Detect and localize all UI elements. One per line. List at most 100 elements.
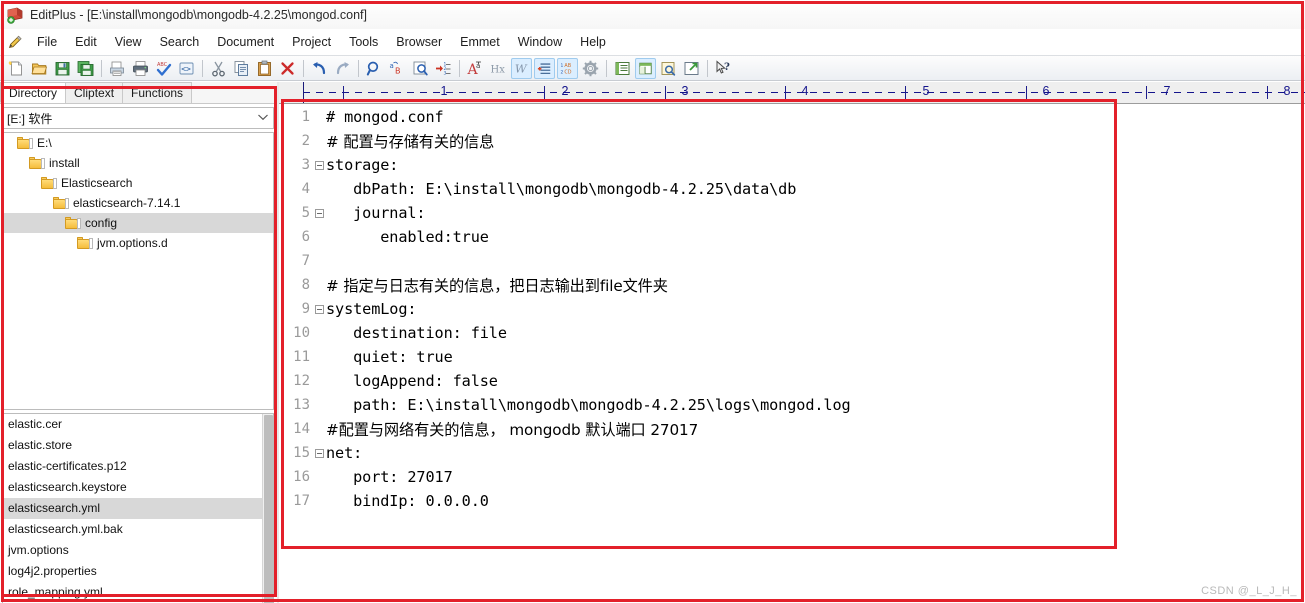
preview-html-icon[interactable]: <> xyxy=(176,58,197,79)
chevron-down-icon[interactable] xyxy=(257,113,269,124)
help-pointer-icon[interactable]: ? xyxy=(713,58,734,79)
code-line[interactable]: 8 # 指定与日志有关的信息，把日志输出到file文件夹 xyxy=(279,273,1305,297)
line-numbers-icon[interactable] xyxy=(534,57,555,79)
menu-item-browser[interactable]: Browser xyxy=(387,33,451,51)
code-line[interactable]: 2 # 配置与存储有关的信息 xyxy=(279,129,1305,153)
menu-item-document[interactable]: Document xyxy=(208,33,283,51)
print-preview-icon[interactable] xyxy=(107,58,128,79)
menu-item-file[interactable]: File xyxy=(28,33,66,51)
code-line[interactable]: 12 logAppend: false xyxy=(279,369,1305,393)
user-tools-icon[interactable] xyxy=(658,58,679,79)
tree-item-config[interactable]: config xyxy=(3,213,273,233)
svg-text:B: B xyxy=(395,66,401,75)
file-list[interactable]: elastic.cer elastic.store elastic-certif… xyxy=(2,413,274,603)
code-line[interactable]: 7 xyxy=(279,249,1305,273)
code-line[interactable]: 11 quiet: true xyxy=(279,345,1305,369)
paste-icon[interactable] xyxy=(254,58,275,79)
tree-item-jvm-options-d[interactable]: jvm.options.d xyxy=(3,233,273,253)
word-wrap-icon[interactable]: W xyxy=(511,57,532,79)
code-line[interactable]: 16 port: 27017 xyxy=(279,465,1305,489)
document-selector-icon[interactable] xyxy=(612,58,633,79)
code-line[interactable]: 3 storage: xyxy=(279,153,1305,177)
fold-cell[interactable] xyxy=(313,304,326,314)
fold-collapse-icon[interactable] xyxy=(315,160,324,170)
spell-check-icon[interactable]: ABC xyxy=(153,58,174,79)
directory-tree[interactable]: E:\ install Elasticsearch elasticsearch-… xyxy=(2,132,274,410)
code-line[interactable]: 6 enabled:true xyxy=(279,225,1305,249)
list-item-selected[interactable]: elasticsearch.yml xyxy=(3,498,273,519)
code-line[interactable]: 10 destination: file xyxy=(279,321,1305,345)
menu-item-emmet[interactable]: Emmet xyxy=(451,33,509,51)
save-icon[interactable] xyxy=(52,58,73,79)
split-window-icon[interactable] xyxy=(635,57,656,79)
delete-icon[interactable] xyxy=(277,58,298,79)
ruler-number: 6 xyxy=(1042,84,1050,98)
menu-item-window[interactable]: Window xyxy=(509,33,571,51)
ruler-tick xyxy=(544,86,545,99)
undo-icon[interactable] xyxy=(309,58,330,79)
code-line[interactable]: 5 journal: xyxy=(279,201,1305,225)
list-item[interactable]: elasticsearch.yml.bak xyxy=(3,519,273,540)
find-in-files-icon[interactable] xyxy=(410,58,431,79)
tree-item-e-drive[interactable]: E:\ xyxy=(3,133,273,153)
code-line[interactable]: 13 path: E:\install\mongodb\mongodb-4.2.… xyxy=(279,393,1305,417)
tree-item-install[interactable]: install xyxy=(3,153,273,173)
goto-line-icon[interactable]: 123 xyxy=(433,58,454,79)
code-text: systemLog: xyxy=(326,300,417,318)
menu-item-view[interactable]: View xyxy=(106,33,151,51)
code-text: # 配置与存储有关的信息 xyxy=(326,133,495,151)
list-item[interactable]: log4j2.properties xyxy=(3,561,273,582)
code-line[interactable]: 14 #配置与网络有关的信息， mongodb 默认端口 27017 xyxy=(279,417,1305,441)
code-line[interactable]: 9 systemLog: xyxy=(279,297,1305,321)
save-all-icon[interactable] xyxy=(75,58,96,79)
replace-icon[interactable]: aB xyxy=(387,58,408,79)
code-editor[interactable]: 1 # mongod.conf 2 # 配置与存储有关的信息 3 storage… xyxy=(279,105,1305,603)
code-line[interactable]: 15 net: xyxy=(279,441,1305,465)
fold-collapse-icon[interactable] xyxy=(315,208,324,218)
list-item[interactable]: elastic.store xyxy=(3,435,273,456)
tab-functions[interactable]: Functions xyxy=(122,82,193,103)
ruler-number: 7 xyxy=(1163,84,1171,98)
tree-item-elasticsearch[interactable]: Elasticsearch xyxy=(3,173,273,193)
tree-item-elasticsearch-7-14-1[interactable]: elasticsearch-7.14.1 xyxy=(3,193,273,213)
fold-collapse-icon[interactable] xyxy=(315,448,324,458)
fold-cell[interactable] xyxy=(313,160,326,170)
menu-item-edit[interactable]: Edit xyxy=(66,33,106,51)
browser-view-icon[interactable] xyxy=(681,58,702,79)
menu-item-search[interactable]: Search xyxy=(151,33,209,51)
list-item[interactable]: role_mapping.yml xyxy=(3,582,273,603)
ruler-tick xyxy=(1026,86,1027,99)
fold-cell[interactable] xyxy=(313,208,326,218)
hex-view-icon[interactable]: Hx xyxy=(488,58,509,79)
fold-cell[interactable] xyxy=(313,448,326,458)
code-line[interactable]: 4 dbPath: E:\install\mongodb\mongodb-4.2… xyxy=(279,177,1305,201)
preferences-icon[interactable] xyxy=(580,58,601,79)
list-item[interactable]: elasticsearch.keystore xyxy=(3,477,273,498)
code-line[interactable]: 17 bindIp: 0.0.0.0 xyxy=(279,489,1305,513)
code-text: port: 27017 xyxy=(326,468,453,486)
find-icon[interactable] xyxy=(364,58,385,79)
menu-item-help[interactable]: Help xyxy=(571,33,615,51)
redo-icon[interactable] xyxy=(332,58,353,79)
ruler-number: 2 xyxy=(561,84,569,98)
line-number: 13 xyxy=(293,397,310,413)
tab-directory[interactable]: Directory xyxy=(0,82,67,103)
menu-item-tools[interactable]: Tools xyxy=(340,33,387,51)
new-document-icon[interactable] xyxy=(6,58,27,79)
cut-icon[interactable] xyxy=(208,58,229,79)
drive-selector[interactable]: [E:] 软件 xyxy=(2,107,274,129)
menu-item-project[interactable]: Project xyxy=(283,33,340,51)
fold-collapse-icon[interactable] xyxy=(315,304,324,314)
print-icon[interactable] xyxy=(130,58,151,79)
copy-icon[interactable] xyxy=(231,58,252,79)
code-line[interactable]: 1 # mongod.conf xyxy=(279,105,1305,129)
font-icon[interactable]: Aa xyxy=(465,58,486,79)
file-list-scrollbar[interactable] xyxy=(262,414,273,603)
tab-cliptext[interactable]: Cliptext xyxy=(65,82,124,103)
show-spaces-icon[interactable]: 1 AB 2 CD xyxy=(557,57,578,79)
list-item[interactable]: elastic-certificates.p12 xyxy=(3,456,273,477)
open-file-icon[interactable] xyxy=(29,58,50,79)
list-item[interactable]: elastic.cer xyxy=(3,414,273,435)
list-item[interactable]: jvm.options xyxy=(3,540,273,561)
scrollbar-thumb[interactable] xyxy=(264,415,273,603)
